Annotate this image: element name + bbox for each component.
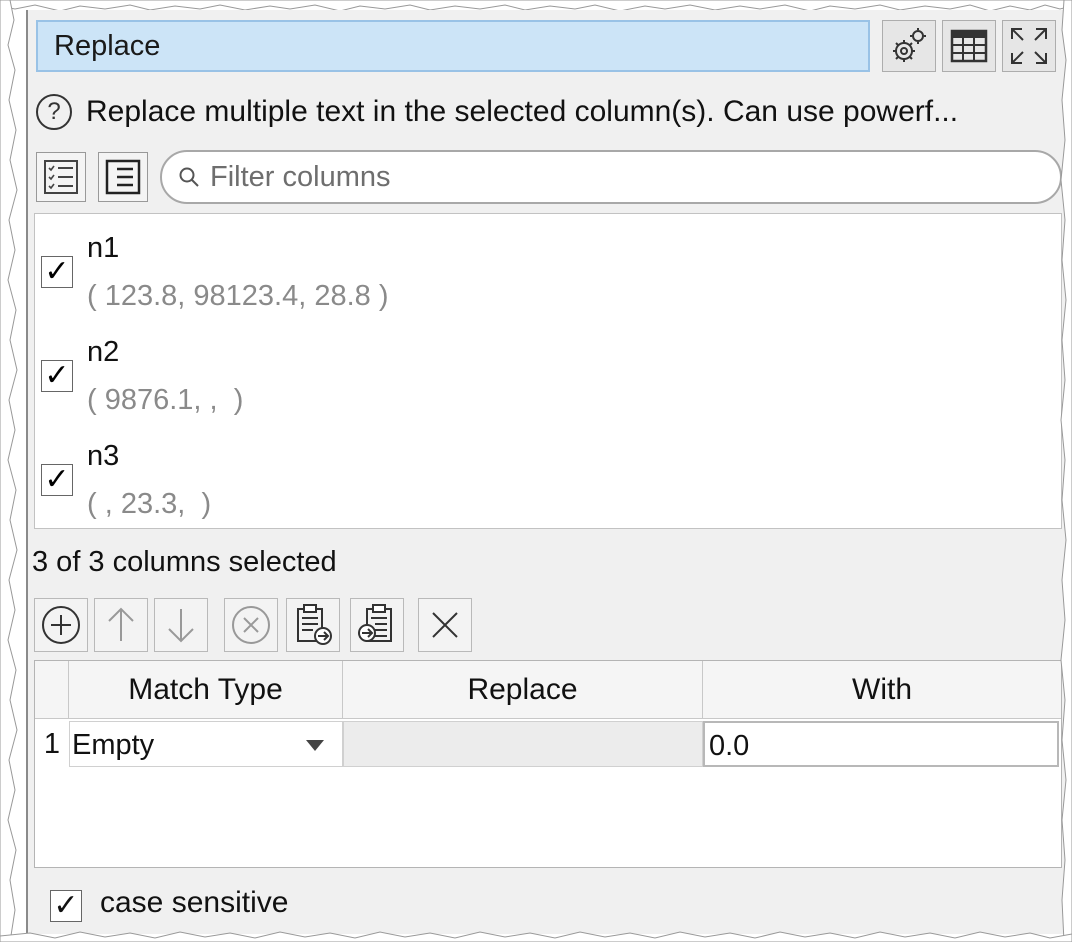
column-name: n2 bbox=[87, 336, 120, 368]
search-icon bbox=[179, 167, 199, 187]
with-cell[interactable]: 0.0 bbox=[703, 721, 1059, 767]
filter-columns-field[interactable] bbox=[160, 150, 1062, 204]
column-checkbox-n1[interactable]: ✓ bbox=[41, 256, 73, 288]
replace-cell[interactable] bbox=[343, 721, 703, 767]
description-row: ? Replace multiple text in the selected … bbox=[36, 90, 1066, 134]
torn-edge-bottom bbox=[0, 931, 1072, 942]
add-circle-icon bbox=[42, 606, 80, 644]
close-icon bbox=[432, 612, 458, 638]
remove-circle-icon bbox=[232, 606, 270, 644]
checklist-icon bbox=[44, 160, 78, 194]
clipboard-copy-icon bbox=[358, 604, 392, 642]
arrow-down-icon bbox=[168, 609, 194, 643]
column-checkbox-n2[interactable]: ✓ bbox=[41, 360, 73, 392]
column-name: n3 bbox=[87, 440, 120, 472]
row-number-header bbox=[35, 661, 69, 719]
paste-button[interactable] bbox=[286, 598, 340, 652]
clipboard-paste-icon bbox=[297, 604, 332, 645]
column-name: n1 bbox=[87, 232, 120, 264]
description-text: Replace multiple text in the selected co… bbox=[86, 95, 959, 128]
table-icon bbox=[950, 29, 988, 63]
header-match-type[interactable]: Match Type bbox=[69, 661, 343, 719]
replace-rules-table: Match Type Replace With 1 Empty 0.0 bbox=[34, 660, 1062, 868]
arrow-up-icon bbox=[108, 607, 134, 641]
dropdown-arrow-icon bbox=[306, 740, 324, 751]
filter-columns-input[interactable] bbox=[208, 159, 1032, 195]
torn-edge-right bbox=[1060, 0, 1072, 942]
table-view-button[interactable] bbox=[942, 20, 996, 72]
move-down-button[interactable] bbox=[154, 598, 208, 652]
move-up-button[interactable] bbox=[94, 598, 148, 652]
column-item-n1[interactable]: ✓ n1 ( 123.8, 98123.4, 28.8 ) bbox=[35, 224, 1061, 324]
header-replace[interactable]: Replace bbox=[343, 661, 703, 719]
column-item-n2[interactable]: ✓ n2 ( 9876.1, , ) bbox=[35, 328, 1061, 428]
clear-button[interactable] bbox=[418, 598, 472, 652]
match-type-dropdown[interactable]: Empty bbox=[69, 721, 343, 767]
panel-title: Replace bbox=[36, 20, 870, 72]
case-sensitive-checkbox[interactable]: ✓ bbox=[50, 890, 82, 922]
column-checkbox-n3[interactable]: ✓ bbox=[41, 464, 73, 496]
select-all-button[interactable] bbox=[36, 152, 86, 202]
help-icon[interactable]: ? bbox=[36, 94, 72, 130]
row-number: 1 bbox=[35, 721, 69, 767]
gears-icon bbox=[893, 28, 926, 62]
column-values: ( , 23.3, ) bbox=[87, 488, 212, 520]
column-values: ( 9876.1, , ) bbox=[87, 384, 244, 416]
delete-row-button[interactable] bbox=[224, 598, 278, 652]
column-values: ( 123.8, 98123.4, 28.8 ) bbox=[87, 280, 389, 312]
maximize-button[interactable] bbox=[1002, 20, 1056, 72]
case-sensitive-label[interactable]: case sensitive bbox=[100, 886, 288, 920]
selected-count: 3 of 3 columns selected bbox=[32, 546, 337, 578]
replace-panel: Replace ? Replace multiple text in the s… bbox=[26, 10, 1072, 934]
header-with[interactable]: With bbox=[703, 661, 1061, 719]
list-icon bbox=[105, 159, 141, 195]
match-type-value: Empty bbox=[72, 729, 155, 761]
column-item-n3[interactable]: ✓ n3 ( , 23.3, ) bbox=[35, 432, 1061, 532]
add-row-button[interactable] bbox=[34, 598, 88, 652]
expand-icon bbox=[1011, 28, 1047, 64]
settings-button[interactable] bbox=[882, 20, 936, 72]
torn-edge-left bbox=[0, 0, 18, 942]
deselect-all-button[interactable] bbox=[98, 152, 148, 202]
copy-button[interactable] bbox=[350, 598, 404, 652]
column-list: ✓ n1 ( 123.8, 98123.4, 28.8 ) ✓ n2 ( 987… bbox=[34, 213, 1062, 529]
